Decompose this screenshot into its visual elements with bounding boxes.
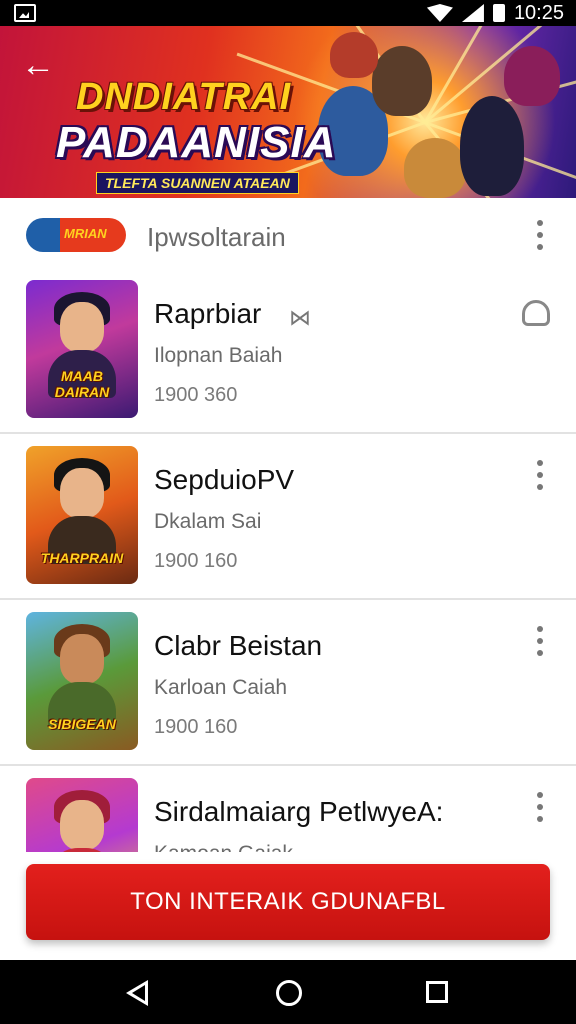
game-title: SepduiоPV <box>154 464 295 495</box>
list-item[interactable]: THARPRAIN SepduiоPV Dkalam Sai 1900 160 <box>0 434 576 600</box>
header-thumb-logo: MRIAN <box>64 226 107 241</box>
hero-banner: ← DNDIATRAI PADAANISIA TLEFTA SUANNEN AT… <box>0 26 576 198</box>
signal-icon <box>461 4 484 22</box>
hero-character-4 <box>460 96 524 196</box>
more-vertical-icon[interactable] <box>535 460 545 490</box>
more-vertical-icon[interactable] <box>535 626 545 656</box>
game-subtitle: Ilopnan Baiah <box>154 344 283 367</box>
hero-character-2 <box>372 46 432 116</box>
game-title: Sirdalmaiarg PetlwyeA: <box>154 796 444 827</box>
game-thumbnail-logo: SIBIGEAN <box>48 716 116 732</box>
system-nav-bar <box>0 960 576 1024</box>
gallery-icon <box>14 4 36 22</box>
more-vertical-icon[interactable] <box>535 792 545 822</box>
hero-character-6 <box>330 32 378 78</box>
game-title: Clabr Beistan <box>154 630 323 661</box>
game-stats: 1900 360 <box>154 384 238 406</box>
headset-icon[interactable] <box>522 300 550 326</box>
nav-home-icon[interactable] <box>276 980 302 1006</box>
section-header: MRIAN Ipwsoltarain <box>0 212 576 260</box>
battery-icon <box>492 4 505 22</box>
hero-character-3 <box>404 138 466 198</box>
list-item[interactable]: Sirdalmaiarg PetlwyeA: Kamoan Gaiak <box>0 766 576 852</box>
header-thumbnail: MRIAN <box>26 218 126 252</box>
wifi-icon <box>426 4 453 22</box>
game-subtitle: Karloan Caiah <box>154 676 288 699</box>
list-item[interactable]: SIBIGEAN Clabr Beistan Karloan Caiah 190… <box>0 600 576 766</box>
banner-title-line1: DNDIATRAI <box>76 76 292 118</box>
banner-title-line2: PADAANISIA <box>56 118 337 167</box>
game-stats: 1900 160 <box>154 716 238 738</box>
game-thumbnail: THARPRAIN <box>26 446 138 584</box>
back-button[interactable]: ← <box>20 48 56 84</box>
game-thumbnail-logo: MAAB DAIRAN <box>54 368 110 400</box>
nav-recents-icon[interactable] <box>426 981 448 1003</box>
game-list: MAAB DAIRAN Raprbiar ⋈ Ilopnan Baiah 190… <box>0 268 576 852</box>
game-thumbnail: MAAB DAIRAN <box>26 280 138 418</box>
list-item[interactable]: MAAB DAIRAN Raprbiar ⋈ Ilopnan Baiah 190… <box>0 268 576 434</box>
banner-subtitle: TLEFTA SUANNEN ATAEAN <box>96 172 299 194</box>
game-thumbnail-logo: THARPRAIN <box>40 550 124 566</box>
game-title: Raprbiar <box>154 298 262 329</box>
status-indicators: 10:25 <box>426 1 564 25</box>
bow-tie-icon[interactable]: ⋈ <box>287 306 313 330</box>
game-thumbnail <box>26 778 138 852</box>
primary-action-button[interactable]: TON INTERAIK GDUNAFBL <box>26 864 550 940</box>
clock: 10:25 <box>513 1 564 24</box>
section-title: Ipwsoltarain <box>147 222 286 252</box>
status-bar: 10:25 <box>0 0 576 26</box>
game-stats: 1900 160 <box>154 550 238 572</box>
arrow-left-icon: ← <box>21 46 55 84</box>
game-thumbnail: SIBIGEAN <box>26 612 138 750</box>
hero-character-5 <box>504 46 560 106</box>
game-subtitle: Dkalam Sai <box>154 510 262 533</box>
game-subtitle: Kamoan Gaiak <box>154 842 293 852</box>
more-vertical-icon[interactable] <box>535 220 545 250</box>
